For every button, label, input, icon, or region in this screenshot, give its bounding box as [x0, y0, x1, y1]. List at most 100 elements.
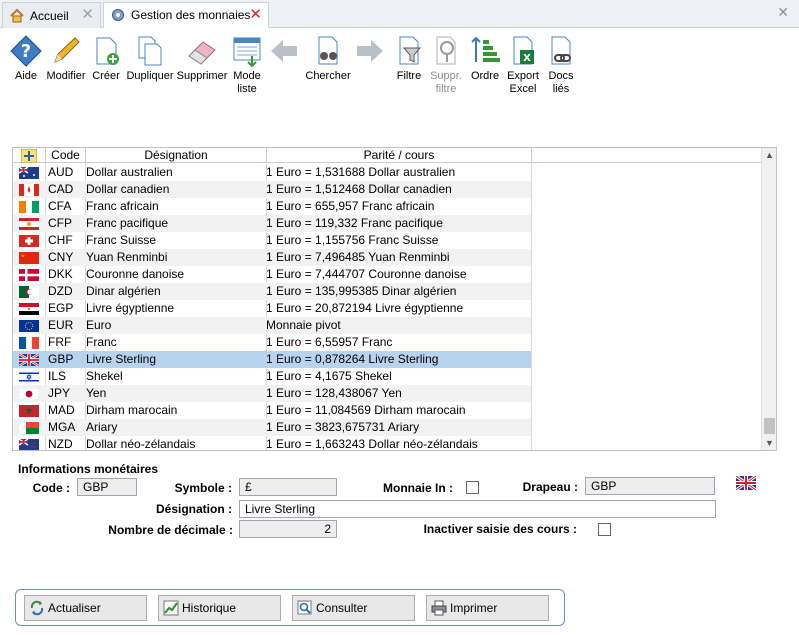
table-row[interactable]: DZD Dinar algérien 1 Euro = 135,995385 Din…	[13, 283, 531, 300]
window-close-icon[interactable]: ✕	[777, 4, 789, 21]
flag-cell	[13, 317, 45, 334]
decimale-label: Nombre de décimale :	[108, 523, 233, 537]
table-row[interactable]: CAD Dollar canadien 1 Euro = 1,512468 Doll…	[13, 181, 531, 198]
close-icon[interactable]: ✕	[81, 7, 94, 23]
code-cell: JPY	[48, 386, 71, 400]
flag-eg-icon	[19, 303, 39, 315]
code-label: Code :	[32, 481, 70, 495]
table-row[interactable]: GBP Livre Sterling 1 Euro = 0,878264 Livre…	[13, 351, 531, 368]
dupliquer-button[interactable]: Dupliquer	[124, 34, 176, 83]
monnaie-in-label: Monnaie In :	[383, 481, 453, 495]
flag-cell	[13, 198, 45, 215]
designation-label: Désignation :	[155, 502, 232, 516]
flag-pf-icon	[19, 218, 39, 230]
designation-cell: Franc pacifique	[86, 216, 169, 230]
table-row[interactable]: CFP Franc pacifique 1 Euro = 119,332 Franc…	[13, 215, 531, 232]
flag-cell	[13, 385, 45, 402]
designation-cell: Dollar néo-zélandais	[86, 437, 196, 451]
flag-cell	[13, 232, 45, 249]
designation-field[interactable]: Livre Sterling	[239, 500, 716, 518]
actualiser-button[interactable]: Actualiser	[24, 595, 147, 621]
code-cell: MGA	[48, 420, 76, 434]
table-row[interactable]: FRF Franc 1 Euro = 6,55957 Franc	[13, 334, 531, 351]
tab-label: Accueil	[30, 8, 69, 23]
parite-cell: 1 Euro = 4,1675 Shekel	[266, 369, 392, 383]
flag-ma-icon	[19, 405, 39, 417]
parite-cell: 1 Euro = 1,663243 Dollar néo-zélandais	[266, 437, 478, 451]
pencil-icon	[54, 37, 80, 63]
flag-gb-icon	[19, 354, 39, 366]
table-row[interactable]: JPY Yen 1 Euro = 128,438067 Yen	[13, 385, 531, 402]
scroll-down-icon[interactable]: ▼	[762, 436, 776, 450]
designation-cell: Shekel	[86, 369, 123, 383]
monnaie-in-checkbox[interactable]	[466, 481, 479, 494]
flag-cn-icon	[19, 252, 39, 264]
designation-cell: Ariary	[86, 420, 118, 434]
table-row[interactable]: NZD Dollar néo-zélandais 1 Euro = 1,663243…	[13, 436, 531, 451]
table-row[interactable]: MAD Dirham marocain 1 Euro = 11,084569 Dir…	[13, 402, 531, 419]
magnifier-icon	[297, 600, 312, 615]
scroll-thumb[interactable]	[764, 418, 775, 434]
new-document-icon	[96, 37, 119, 65]
imprimer-button[interactable]: Imprimer	[426, 595, 549, 621]
designation-cell: Yen	[86, 386, 107, 400]
column-header-parite[interactable]: Parité / cours	[267, 148, 532, 163]
code-field[interactable]: GBP	[77, 478, 137, 496]
linked-documents-icon	[551, 36, 571, 65]
table-row[interactable]: CNY Yuan Renminbi 1 Euro = 7,496485 Yuan R…	[13, 249, 531, 266]
parite-cell: 1 Euro = 128,438067 Yen	[266, 386, 402, 400]
designation-cell: Couronne danoise	[86, 267, 185, 281]
table-row[interactable]: CFA Franc africain 1 Euro = 655,957 Franc …	[13, 198, 531, 215]
table-row[interactable]: MGA Ariary 1 Euro = 3823,675731 Ariary	[13, 419, 531, 436]
parite-cell: 1 Euro = 1,155756 Franc Suisse	[266, 233, 439, 247]
printer-icon	[431, 600, 447, 616]
flag-cell	[13, 283, 45, 300]
tab-bar: Accueil ✕ Gestion des monnaies ✕ ✕	[0, 0, 799, 28]
symbole-field[interactable]: £	[239, 478, 337, 496]
action-bar: Actualiser Historique Consulter Imprimer	[15, 589, 565, 626]
table-row[interactable]: EUR Euro Monnaie pivot	[13, 317, 531, 334]
parite-cell: 1 Euro = 135,995385 Dinar algérien	[266, 284, 457, 298]
code-cell: ILS	[48, 369, 67, 383]
add-column-header[interactable]	[13, 148, 46, 164]
close-icon[interactable]: ✕	[249, 7, 262, 23]
refresh-icon	[30, 600, 44, 616]
tab-accueil[interactable]: Accueil ✕	[2, 2, 101, 28]
historique-button[interactable]: Historique	[158, 595, 281, 621]
docs-lies-button[interactable]: Docs liés	[535, 34, 587, 96]
vertical-scrollbar[interactable]: ▲ ▼	[761, 148, 776, 450]
flag-cell	[13, 181, 45, 198]
table-row[interactable]: CHF Franc Suisse 1 Euro = 1,155756 Franc S…	[13, 232, 531, 249]
code-cell: EGP	[48, 301, 74, 315]
flag-cell	[13, 300, 45, 317]
uk-flag-icon	[736, 476, 756, 490]
tab-gestion-monnaies[interactable]: Gestion des monnaies ✕	[103, 2, 269, 28]
column-header-designation[interactable]: Désignation	[86, 148, 267, 163]
parite-cell: 1 Euro = 1,531688 Dollar australien	[266, 165, 456, 179]
help-icon: ?	[10, 35, 42, 67]
inactiver-label: Inactiver saisie des cours :	[423, 522, 577, 536]
symbole-label: Symbole :	[174, 481, 232, 495]
flag-cell	[13, 436, 45, 450]
table-row[interactable]: ILS Shekel 1 Euro = 4,1675 Shekel	[13, 368, 531, 385]
decimale-field[interactable]: 2	[239, 520, 337, 538]
svg-text:?: ?	[21, 41, 31, 62]
currency-table[interactable]: Code Désignation Parité / cours AUD Dolla…	[12, 147, 777, 451]
consulter-button[interactable]: Consulter	[292, 595, 415, 621]
table-row[interactable]: EGP Livre égyptienne 1 Euro = 20,872194 Li…	[13, 300, 531, 317]
flag-dz-icon	[19, 286, 39, 298]
column-header-code[interactable]: Code	[46, 148, 86, 163]
flag-cell	[13, 215, 45, 232]
drapeau-field[interactable]: GBP	[585, 477, 715, 495]
scroll-up-icon[interactable]: ▲	[762, 148, 776, 162]
actualiser-label: Actualiser	[48, 601, 101, 615]
arrow-right-icon	[357, 40, 383, 62]
table-header: Code Désignation Parité / cours	[13, 148, 763, 164]
table-row[interactable]: AUD Dollar australien 1 Euro = 1,531688 Do…	[13, 164, 531, 181]
add-column-icon	[20, 148, 38, 164]
flag-nz-icon	[19, 439, 39, 450]
eraser-icon	[188, 41, 216, 65]
inactiver-checkbox[interactable]	[598, 523, 611, 536]
table-row[interactable]: DKK Couronne danoise 1 Euro = 7,444707 Cou…	[13, 266, 531, 283]
code-cell: AUD	[48, 165, 74, 179]
